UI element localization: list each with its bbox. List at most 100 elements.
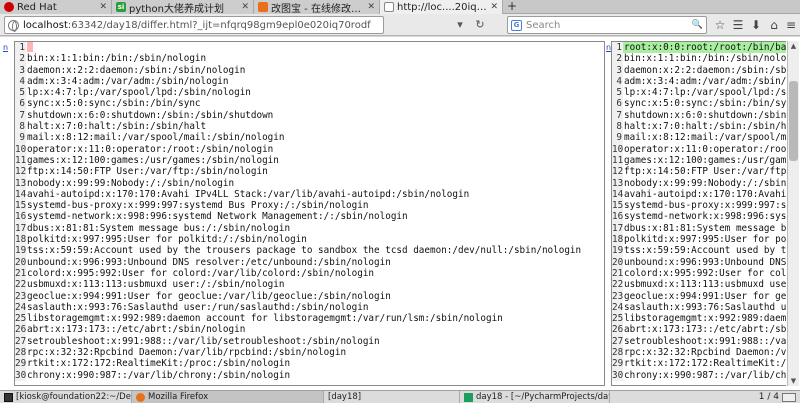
diff-line: 12ftp:x:14:50:FTP User:/var/ftp:/sbin/no… (15, 166, 581, 178)
line-text: abrt:x:173:173::/etc/abrt:/sbin/nologin (27, 324, 246, 336)
search-input[interactable]: G Search 🔍 (507, 16, 707, 34)
diff-line: 15systemd-bus-proxy:x:999:997:systemd Bu… (612, 200, 786, 212)
reload-icon[interactable]: ↻ (472, 17, 488, 33)
line-text: chrony:x:990:987::/var/lib/chrony:/sbin/… (27, 369, 291, 381)
home-icon[interactable]: ⌂ (766, 17, 782, 33)
line-text: nobody:x:99:99:Nobody:/:/sbin/nologin (624, 177, 786, 189)
download-icon[interactable]: ⬇ (748, 17, 764, 33)
taskbar-item-pycharm[interactable]: day18 - [~/PycharmProjects/day... (460, 391, 610, 403)
taskbar-item-terminal[interactable]: [kiosk@foundation22:~/Desktop] (0, 391, 132, 403)
vertical-scrollbar[interactable]: ▲ ▼ (787, 41, 799, 386)
line-text: bin:x:1:1:bin:/bin:/sbin/nologin (27, 53, 207, 65)
url-bar[interactable]: localhost:63342/day18/differ.html?_ijt=n… (4, 16, 384, 34)
tab-label: Red Hat (17, 1, 57, 13)
line-text: unbound:x:996:993:Unbound DNS resolver:/… (27, 256, 391, 268)
line-text: root:x:0:0:root:/root:/bin/bash (623, 42, 786, 54)
line-text: ftp:x:14:50:FTP User:/var/ftp:/sbin/nolo… (27, 166, 268, 178)
si-icon: si (116, 2, 126, 12)
line-text: daemon:x:2:2:daemon:/sbin:/sbin/nologin (27, 64, 246, 76)
tab-gaitubao[interactable]: 改图宝 - 在线修改照... ✕ (254, 0, 380, 14)
line-number: 28 (612, 347, 624, 359)
line-text: adm:x:3:4:adm:/var/adm:/sbin/nologin (27, 75, 229, 87)
taskbar-item-firefox[interactable]: Mozilla Firefox (132, 391, 324, 403)
line-number: 3 (612, 64, 623, 76)
star-icon[interactable]: ☆ (712, 17, 728, 33)
diff-line: 25libstoragemgmt:x:992:989:daemon accoun… (15, 313, 581, 325)
line-number: 30 (612, 369, 624, 381)
line-text: setroubleshoot:x:991:988::/var/lib/setro… (27, 335, 380, 347)
menu-icon[interactable]: ≡ (783, 17, 799, 33)
diff-line: 3daemon:x:2:2:daemon:/sbin:/sbin/nologin (15, 64, 581, 76)
scrollbar-thumb[interactable] (789, 81, 798, 162)
close-icon[interactable]: ✕ (367, 2, 375, 12)
taskbar-item-day18[interactable]: [day18] (324, 391, 460, 403)
tab-python[interactable]: si python大佬养成计划 ✕ (112, 0, 254, 14)
line-text: systemd-bus-proxy:x:999:997:systemd Bus … (27, 200, 369, 212)
scroll-up-icon[interactable]: ▲ (788, 41, 799, 51)
line-text: games:x:12:100:games:/usr/games:/sbin/no… (624, 154, 786, 166)
diff-line: 30chrony:x:990:987::/var/lib/chrony:/sbi… (15, 369, 581, 381)
close-icon[interactable]: ✕ (241, 2, 249, 12)
line-number: 3 (15, 64, 26, 76)
reading-list-icon[interactable]: ☰ (730, 17, 746, 33)
diff-line: 16systemd-network:x:998:996:systemd Netw… (612, 211, 786, 223)
diff-line: 22usbmuxd:x:113:113:usbmuxd user:/:/sbin… (15, 279, 581, 291)
tab-label: 改图宝 - 在线修改照... (271, 3, 365, 15)
line-number: 7 (15, 109, 26, 122)
diff-line: 24saslauth:x:993:76:Saslauthd user:/run/… (612, 301, 786, 314)
diff-line: 19tss:x:59:59:Account used by the trouse… (15, 245, 581, 257)
line-text: mail:x:8:12:mail:/var/spool/mail:/sbin/n… (624, 132, 786, 144)
tab-localhost[interactable]: http://loc....20iq70rodf ✕ (380, 0, 503, 14)
diff-line: 11games:x:12:100:games:/usr/games:/sbin/… (15, 154, 581, 167)
line-number: 6 (612, 98, 623, 110)
dropdown-arrow-icon[interactable]: ▾ (452, 17, 468, 33)
line-text: dbus:x:81:81:System message bus:/:/sbin/… (27, 222, 291, 234)
pager-label: 1 / 4 (758, 392, 779, 402)
line-text: libstoragemgmt:x:992:989:daemon account … (624, 313, 786, 325)
line-number: 6 (15, 98, 26, 110)
line-text: tss:x:59:59:Account used by the trousers… (624, 245, 786, 257)
line-text: dbus:x:81:81:System message bus:/:/sbin/… (624, 222, 786, 234)
diff-line: 18polkitd:x:997:995:User for polkitd:/:/… (612, 234, 786, 246)
line-number: 2 (15, 53, 26, 65)
close-icon[interactable]: ✕ (490, 2, 498, 12)
line-number: 19 (15, 245, 27, 257)
diff-line: 29rtkit:x:172:172:RealtimeKit:/proc:/sbi… (612, 358, 786, 370)
tab-label: http://loc....20iq70rodf (397, 1, 487, 13)
pycharm-icon (464, 392, 473, 402)
diff-line: 23geoclue:x:994:991:User for geoclue:/va… (612, 290, 786, 302)
left-diff-link[interactable]: n (3, 43, 8, 52)
scroll-down-icon[interactable]: ▼ (788, 376, 799, 386)
line-text: usbmuxd:x:113:113:usbmuxd user:/:/sbin/n… (624, 279, 786, 291)
taskbar: [kiosk@foundation22:~/Desktop] Mozilla F… (0, 390, 800, 403)
diff-line: 1 root:x:0:0:root:/root:/bin/bash (612, 42, 786, 54)
diff-line: 2 bin:x:1:1:bin:/bin:/sbin/nologin (612, 53, 786, 65)
diff-line: 20unbound:x:996:993:Unbound DNS resolver… (15, 256, 581, 268)
diff-left-pane[interactable]: 1 2 bin:x:1:1:bin:/bin:/sbin/nologin 3 daemo… (14, 41, 605, 386)
search-engine-icon: G (511, 19, 522, 31)
nav-bar: localhost:63342/day18/differ.html?_ijt=n… (0, 14, 800, 36)
diff-line: 16systemd-network:x:998:996:systemd Netw… (15, 211, 581, 223)
tab-red-hat[interactable]: Red Hat ✕ (0, 0, 112, 14)
diff-right-pane[interactable]: 1 root:x:0:0:root:/root:/bin/bash 2 bin:x:1… (611, 41, 786, 386)
line-text: shutdown:x:6:0:shutdown:/sbin:/sbin/shut… (27, 109, 274, 121)
line-number: 8 (612, 121, 623, 133)
workspace-pager[interactable]: 1 / 4 (759, 391, 796, 403)
workspace-icon[interactable] (782, 392, 796, 402)
line-text: lp:x:4:7:lp:/var/spool/lpd:/sbin/nologin (27, 87, 251, 99)
firefox-icon (136, 392, 145, 402)
close-icon[interactable]: ✕ (99, 2, 107, 12)
terminal-icon (4, 392, 13, 402)
diff-line: 4adm:x:3:4:adm:/var/adm:/sbin/nologin (612, 75, 786, 88)
line-text: polkitd:x:997:995:User for polkitd:/:/sb… (624, 234, 786, 246)
line-number: 14 (15, 188, 27, 201)
diff-line: 30chrony:x:990:987::/var/lib/chrony:/sbi… (612, 369, 786, 381)
new-tab-button[interactable]: + (505, 0, 519, 14)
search-go-icon[interactable]: 🔍 (692, 20, 703, 30)
diff-line: 15systemd-bus-proxy:x:999:997:systemd Bu… (15, 200, 581, 212)
line-text: rtkit:x:172:172:RealtimeKit:/proc:/sbin/… (27, 358, 291, 370)
line-number: 21 (15, 267, 27, 280)
diff-line: 26abrt:x:173:173::/etc/abrt:/sbin/nologi… (612, 324, 786, 336)
diff-line: 25libstoragemgmt:x:992:989:daemon accoun… (612, 313, 786, 325)
left-lines: 1 2 bin:x:1:1:bin:/bin:/sbin/nologin 3 daemo… (15, 42, 581, 381)
